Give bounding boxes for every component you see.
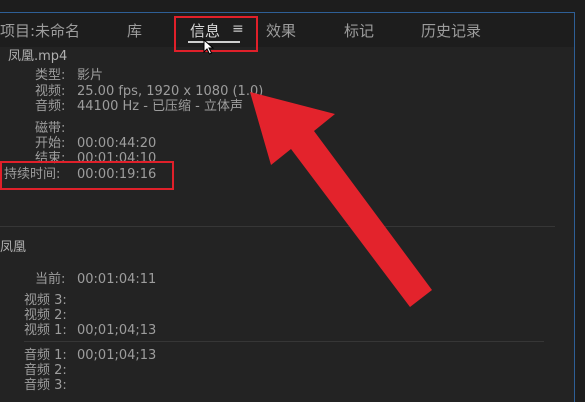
audio1-value: 00;01;04;13	[77, 348, 157, 363]
tab-effects[interactable]: 效果	[266, 20, 296, 41]
type-value: 影片	[77, 68, 104, 83]
audio3-label: 音频 3:	[24, 378, 67, 393]
tab-history[interactable]: 历史记录	[421, 20, 481, 41]
duration-highlight-box	[0, 161, 174, 190]
audio2-label: 音频 2:	[24, 363, 67, 378]
panel-frame-right	[574, 12, 575, 402]
sequence-name: 凤凰	[0, 240, 27, 255]
track-divider	[24, 341, 544, 342]
video1-value: 00;01;04;13	[77, 323, 157, 338]
tab-markers[interactable]: 标记	[344, 20, 374, 41]
info-panel-screenshot: 项目:未命名 库 信息 ≡ 效果 标记 历史记录 凤凰.mp4 类型: 影片 视…	[0, 0, 585, 402]
audio1-label: 音频 1:	[24, 348, 67, 363]
type-label: 类型:	[35, 68, 66, 83]
audio-label: 音频:	[35, 99, 66, 114]
start-value: 00:00:44:20	[77, 136, 157, 151]
info-tab-highlight-box	[174, 16, 258, 52]
start-label: 开始:	[35, 136, 66, 151]
current-label: 当前:	[35, 272, 66, 287]
clip-name: 凤凰.mp4	[8, 49, 68, 64]
video1-label: 视频 1:	[24, 323, 67, 338]
audio-value: 44100 Hz - 已压缩 - 立体声	[77, 99, 243, 114]
video2-label: 视频 2:	[24, 308, 67, 323]
video3-label: 视频 3:	[24, 293, 67, 308]
tape-label: 磁带:	[35, 121, 66, 136]
video-label: 视频:	[35, 84, 66, 99]
tab-library[interactable]: 库	[127, 20, 142, 41]
panel-tab-bar: 项目:未命名 库 信息 ≡ 效果 标记 历史记录	[0, 13, 574, 47]
tab-project[interactable]: 项目:未命名	[0, 20, 80, 41]
section-divider	[0, 226, 555, 227]
video-value: 25.00 fps, 1920 x 1080 (1.0)	[77, 84, 264, 99]
current-value: 00:01:04:11	[77, 272, 157, 287]
mouse-pointer-icon	[203, 39, 215, 55]
